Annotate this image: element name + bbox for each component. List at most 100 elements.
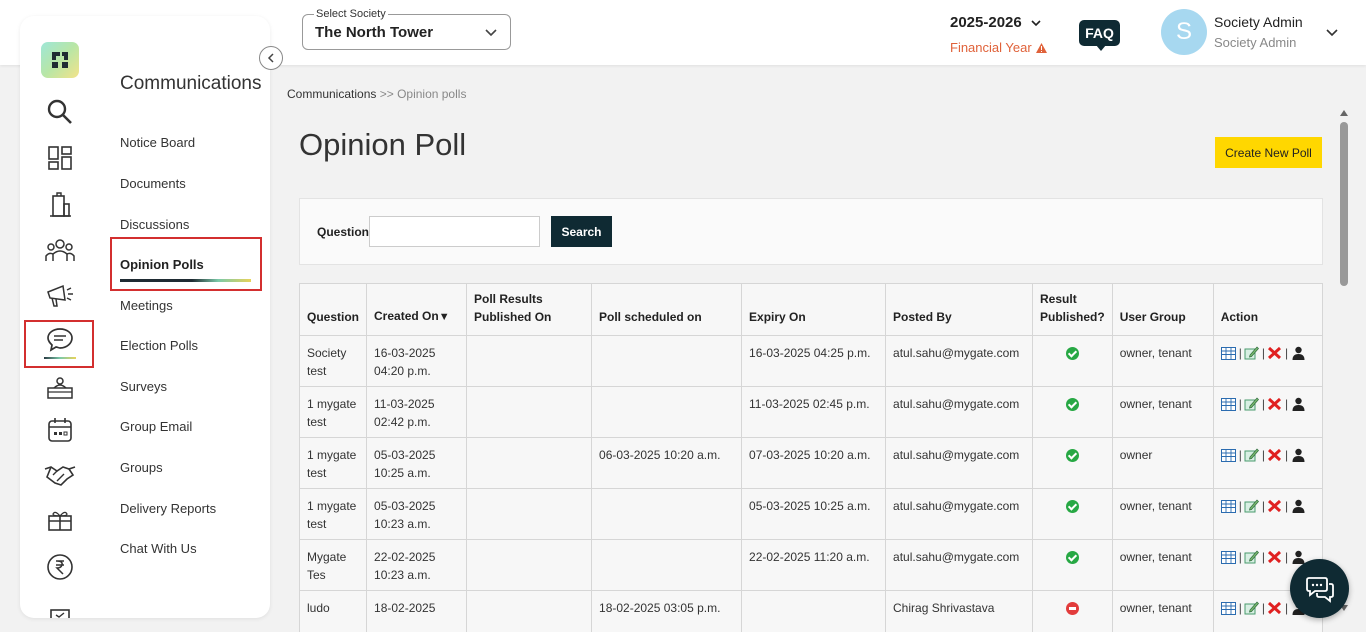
sidebar: Communications Notice Board Documents Di… <box>20 16 270 618</box>
col-created-on-label: Created On <box>374 309 439 323</box>
published-check-icon <box>1065 449 1079 462</box>
breadcrumb: Communications >> Opinion polls <box>287 87 466 101</box>
more-icon[interactable] <box>42 596 78 618</box>
create-new-poll-button[interactable]: Create New Poll <box>1215 137 1322 168</box>
chat-icon[interactable] <box>42 323 78 357</box>
published-check-icon <box>1065 347 1079 360</box>
question-search-label: Question <box>317 225 370 239</box>
user-icon[interactable] <box>1290 499 1306 514</box>
delete-icon[interactable] <box>1267 499 1283 514</box>
view-results-icon[interactable] <box>1221 346 1237 361</box>
cell-results-published-on <box>466 386 593 438</box>
cell-posted-by: atul.sahu@mygate.com <box>885 335 1034 387</box>
delete-icon[interactable] <box>1267 346 1283 361</box>
cell-scheduled-on: 18-02-2025 03:05 p.m. <box>591 590 743 632</box>
society-select[interactable]: Select Society The North Tower <box>302 8 511 50</box>
table-row: ludo 18-02-2025 18-02-2025 03:05 p.m. Ch… <box>298 590 1324 632</box>
col-question[interactable]: Question <box>298 283 368 336</box>
rupee-icon[interactable] <box>42 550 78 584</box>
megaphone-icon[interactable] <box>42 278 78 312</box>
published-check-icon <box>1065 551 1079 564</box>
table-row: 1 mygate test 05-03-2025 10:25 a.m. 06-0… <box>298 437 1324 489</box>
delete-icon[interactable] <box>1267 448 1283 463</box>
edit-icon[interactable] <box>1244 448 1260 463</box>
delete-icon[interactable] <box>1267 397 1283 412</box>
sidebar-item-chat-with-us[interactable]: Chat With Us <box>120 541 197 556</box>
cell-scheduled-on <box>591 488 743 540</box>
view-results-icon[interactable] <box>1221 550 1237 565</box>
user-icon[interactable] <box>1290 397 1306 412</box>
sidebar-item-surveys[interactable]: Surveys <box>120 379 167 394</box>
opinion-poll-table: Question Created On▼ Poll Results Publis… <box>298 283 1324 632</box>
table-header-row: Question Created On▼ Poll Results Publis… <box>298 283 1324 336</box>
chevron-down-icon <box>1326 29 1338 37</box>
view-results-icon[interactable] <box>1221 397 1237 412</box>
chevron-down-icon <box>1031 19 1041 26</box>
scroll-up-icon <box>1340 110 1348 116</box>
sidebar-item-discussions[interactable]: Discussions <box>120 217 189 232</box>
sidebar-item-delivery-reports[interactable]: Delivery Reports <box>120 501 216 516</box>
cell-expiry-on: 16-03-2025 04:25 p.m. <box>741 335 887 387</box>
search-button[interactable]: Search <box>551 216 612 247</box>
user-icon[interactable] <box>1290 346 1306 361</box>
col-user-group[interactable]: User Group <box>1111 283 1214 336</box>
not-published-icon <box>1065 602 1079 615</box>
people-icon[interactable] <box>42 233 78 267</box>
delete-icon[interactable] <box>1267 601 1283 616</box>
edit-icon[interactable] <box>1244 601 1260 616</box>
page-scrollbar[interactable] <box>1339 110 1349 612</box>
scrollbar-thumb[interactable] <box>1340 122 1348 286</box>
sidebar-item-notice-board[interactable]: Notice Board <box>120 135 195 150</box>
edit-icon[interactable] <box>1244 397 1260 412</box>
cell-expiry-on: 22-02-2025 11:20 a.m. <box>741 539 887 591</box>
cell-actions: | | | <box>1212 386 1324 438</box>
financial-year-label: Financial Year <box>950 40 1032 55</box>
cell-expiry-on: 05-03-2025 10:25 a.m. <box>741 488 887 540</box>
faq-button[interactable]: FAQ <box>1079 20 1120 51</box>
sidebar-item-groups[interactable]: Groups <box>120 460 163 475</box>
col-results-published-on[interactable]: Poll Results Published On <box>466 283 593 336</box>
cell-user-group: owner, tenant <box>1111 386 1214 438</box>
calendar-icon[interactable] <box>42 413 78 447</box>
edit-icon[interactable] <box>1244 499 1260 514</box>
col-expiry-on[interactable]: Expiry On <box>741 283 887 336</box>
building-icon[interactable] <box>42 188 78 222</box>
sidebar-item-election-polls[interactable]: Election Polls <box>120 338 198 353</box>
edit-icon[interactable] <box>1244 550 1260 565</box>
app-logo[interactable] <box>41 42 79 78</box>
view-results-icon[interactable] <box>1221 448 1237 463</box>
dashboard-icon[interactable] <box>42 141 78 175</box>
collapse-sidebar-button[interactable] <box>259 46 283 70</box>
financial-year-selector[interactable]: 2025-2026 Financial Year <box>950 14 1047 55</box>
user-icon[interactable] <box>1290 448 1306 463</box>
search-panel: Question Search <box>299 198 1323 265</box>
user-role: Society Admin <box>1214 35 1297 50</box>
gift-icon[interactable] <box>42 503 78 537</box>
desk-icon[interactable] <box>42 370 78 404</box>
handshake-icon[interactable] <box>42 457 78 491</box>
cell-result-published <box>1032 539 1113 591</box>
col-posted-by[interactable]: Posted By <box>885 283 1034 336</box>
edit-icon[interactable] <box>1244 346 1260 361</box>
search-icon[interactable] <box>42 95 78 129</box>
view-results-icon[interactable] <box>1221 499 1237 514</box>
cell-results-published-on <box>466 590 593 632</box>
col-scheduled-on[interactable]: Poll scheduled on <box>591 283 743 336</box>
sidebar-item-group-email[interactable]: Group Email <box>120 419 192 434</box>
chat-support-button[interactable] <box>1290 559 1349 618</box>
question-search-input[interactable] <box>369 216 540 247</box>
society-select-value: The North Tower <box>315 24 434 41</box>
warning-icon <box>1035 42 1047 53</box>
breadcrumb-communications[interactable]: Communications <box>287 87 376 101</box>
cell-expiry-on <box>741 590 887 632</box>
cell-user-group: owner, tenant <box>1111 539 1214 591</box>
col-result-published[interactable]: Result Published? <box>1032 283 1113 336</box>
user-menu[interactable]: S Society Admin Society Admin <box>1161 9 1339 55</box>
delete-icon[interactable] <box>1267 550 1283 565</box>
col-created-on[interactable]: Created On▼ <box>366 283 468 336</box>
view-results-icon[interactable] <box>1221 601 1237 616</box>
cell-question: Society test <box>298 335 368 387</box>
sort-desc-icon: ▼ <box>438 311 450 323</box>
sidebar-item-documents[interactable]: Documents <box>120 176 186 191</box>
sidebar-item-meetings[interactable]: Meetings <box>120 298 173 313</box>
